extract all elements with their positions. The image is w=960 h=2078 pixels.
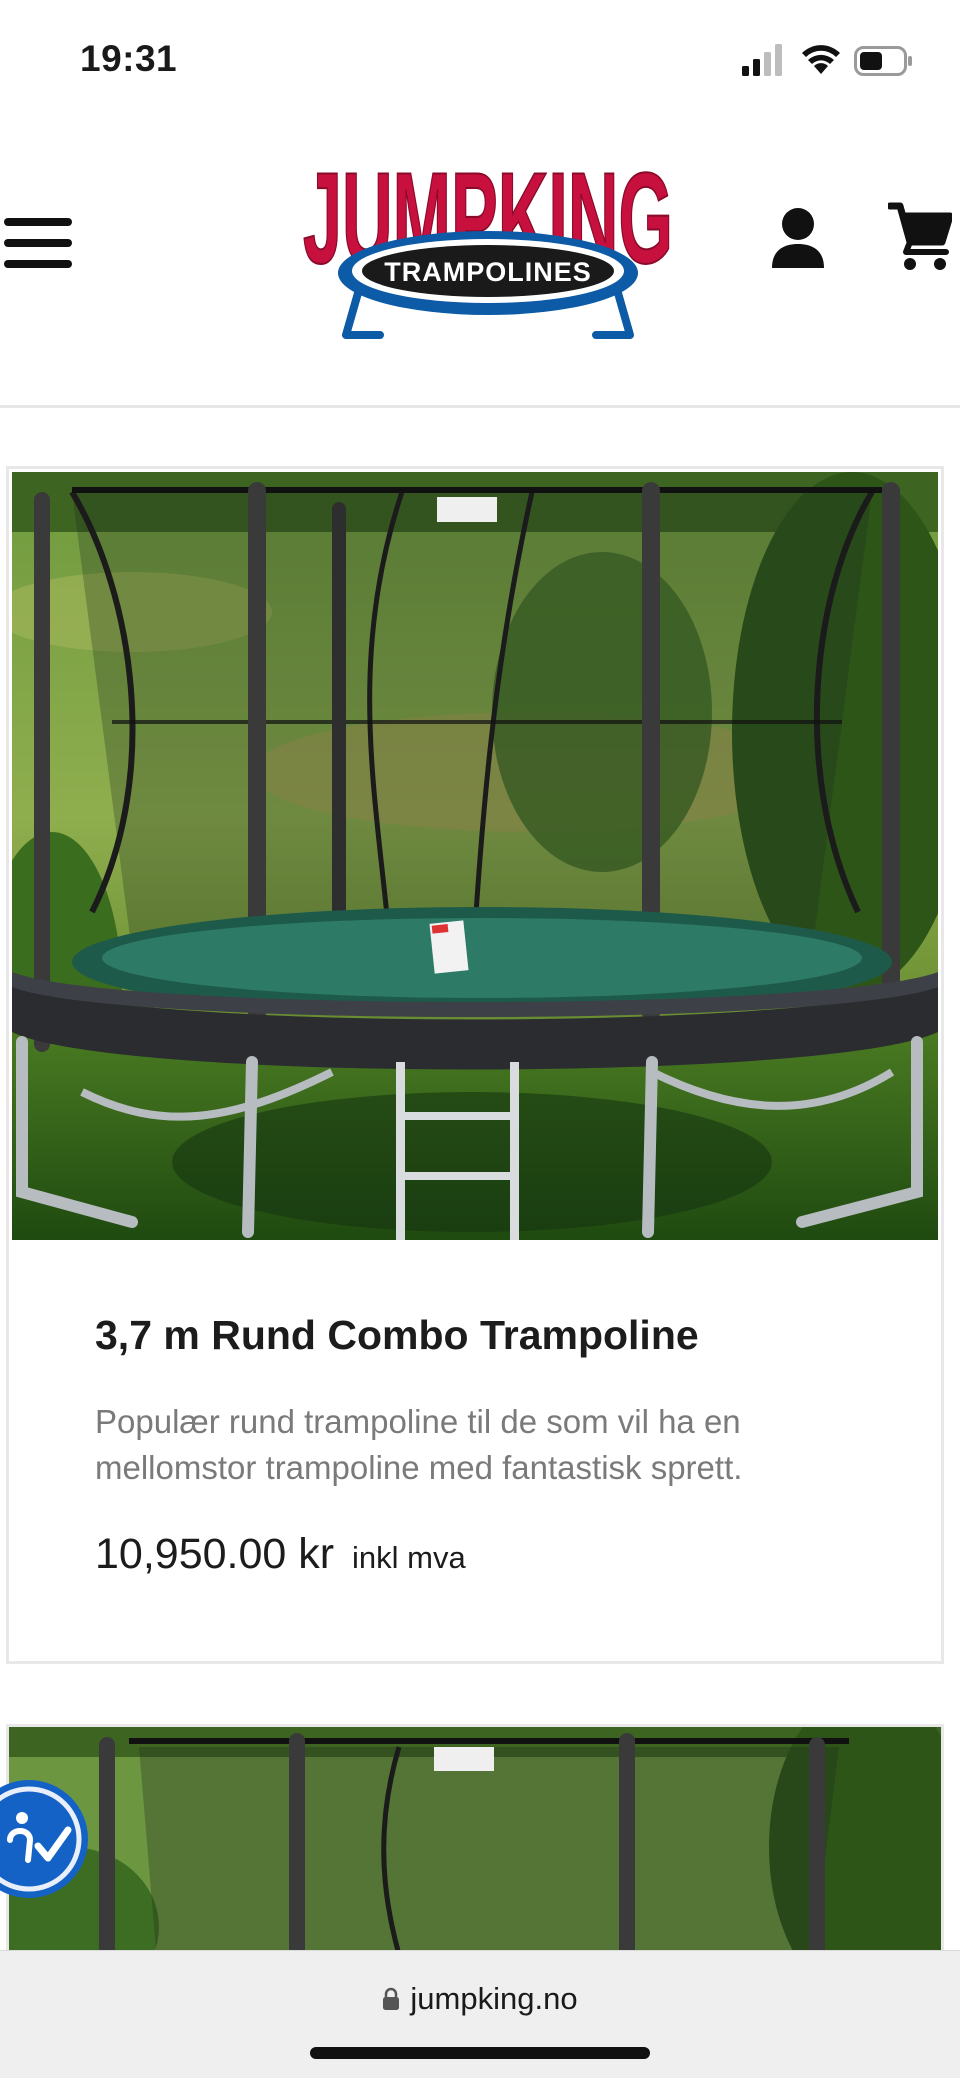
url-display[interactable]: jumpking.no	[0, 1981, 960, 2017]
product-price: 10,950.00 kr inkl mva	[95, 1527, 895, 1585]
accessibility-icon	[0, 1786, 82, 1892]
trampoline-photo	[9, 1727, 941, 2007]
wifi-icon	[802, 45, 840, 74]
trampoline-photo	[12, 472, 938, 1240]
cart-icon	[886, 202, 954, 270]
product-info: 3,7 m Rund Combo Trampoline Populær rund…	[95, 1309, 895, 1585]
url-text: jumpking.no	[410, 1981, 578, 2016]
product-image[interactable]	[12, 472, 938, 1240]
logo-graphic: JUMPKING TRAMPOLINES	[302, 146, 674, 339]
battery-icon	[854, 46, 912, 76]
cart-button[interactable]	[886, 200, 954, 272]
product-description: Populær rund trampoline til de som vil h…	[95, 1403, 743, 1486]
status-bar: 19:31	[0, 0, 960, 110]
account-button[interactable]	[770, 206, 826, 272]
menu-button[interactable]	[0, 210, 78, 276]
lock-icon	[383, 1987, 400, 2010]
jumpking-logo[interactable]: JUMPKING TRAMPOLINES	[300, 125, 676, 355]
price-vat-note: inkl mva	[352, 1540, 466, 1575]
site-header: JUMPKING TRAMPOLINES	[0, 110, 960, 408]
accessibility-button[interactable]	[0, 1780, 88, 1898]
cellular-signal-icon	[742, 44, 782, 76]
home-indicator[interactable]	[310, 2047, 650, 2059]
product-card[interactable]: 3,7 m Rund Combo Trampoline Populær rund…	[6, 466, 944, 1664]
account-icon	[772, 208, 824, 268]
logo-tagline: TRAMPOLINES	[384, 257, 592, 287]
price-value: 10,950.00 kr	[95, 1530, 335, 1578]
hamburger-menu-icon	[4, 218, 72, 268]
product-title[interactable]: 3,7 m Rund Combo Trampoline	[95, 1309, 895, 1361]
status-time: 19:31	[80, 38, 178, 79]
browser-address-bar[interactable]: jumpking.no	[0, 1950, 960, 2078]
